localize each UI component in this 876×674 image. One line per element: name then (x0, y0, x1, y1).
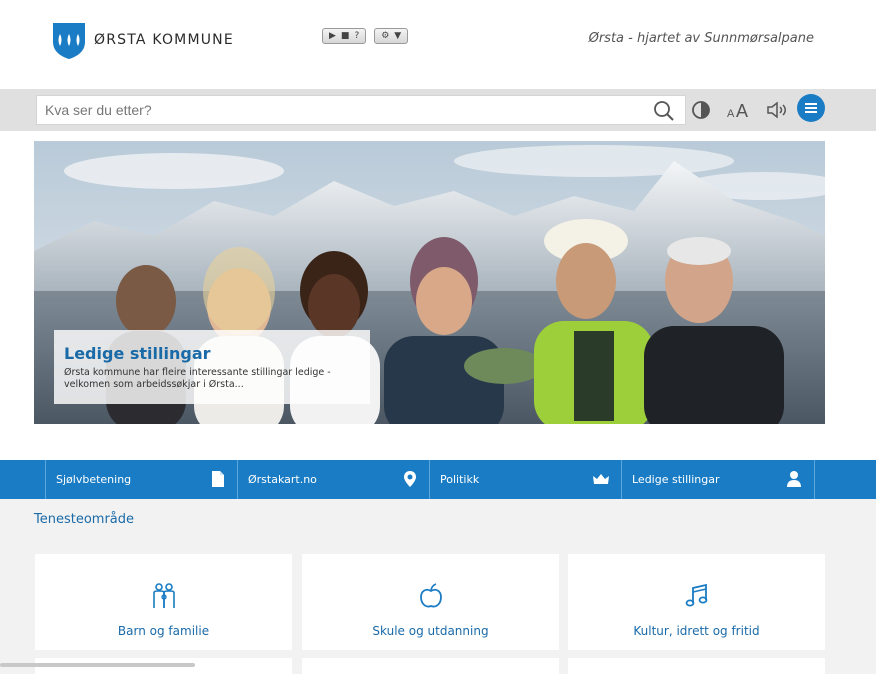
person-icon (787, 471, 801, 487)
quicklink-jobs[interactable]: Ledige stillingar (621, 460, 812, 499)
menu-button[interactable] (797, 94, 825, 122)
quicklink-label: Ledige stillingar (632, 473, 720, 486)
help-icon[interactable]: ? (354, 31, 359, 41)
service-card-culture[interactable]: Kultur, idrett og fritid (568, 554, 825, 650)
svg-text:A: A (736, 101, 748, 120)
service-areas: Tenesteområde Barn og familie Skule og u… (0, 499, 876, 674)
quicklinks-bar: Sjølvbetening Ørstakart.no Politikk Ledi… (0, 460, 876, 499)
quicklink-map[interactable]: Ørstakart.no (237, 460, 428, 499)
apple-icon (419, 583, 442, 608)
quicklink-self-service[interactable]: Sjølvbetening (45, 460, 236, 499)
search-toolbar: A A (0, 89, 876, 131)
hamburger-icon (805, 103, 817, 113)
hero-text: Ørsta kommune har fleire interessante st… (64, 367, 331, 390)
service-card-family[interactable]: Barn og familie (35, 554, 292, 650)
quicklinks-divider (814, 460, 815, 499)
section-title: Tenesteområde (34, 512, 135, 527)
chevron-down-icon: ▼ (394, 30, 402, 41)
player-settings[interactable]: ⚙ ▼ (374, 28, 409, 44)
tagline: Ørsta - hjartet av Sunnmørsalpane (588, 31, 814, 46)
quicklink-politics[interactable]: Politikk (429, 460, 620, 499)
service-card-next[interactable] (302, 658, 559, 674)
search-icon[interactable] (653, 100, 675, 122)
document-icon (212, 471, 224, 487)
page: ØRSTA KOMMUNE ▶ ■ ? ⚙ ▼ Ørsta - hjartet … (0, 0, 876, 674)
family-icon (152, 583, 175, 608)
listen-button[interactable] (766, 97, 790, 123)
stop-icon[interactable]: ■ (341, 31, 350, 41)
quicklink-label: Politikk (440, 473, 480, 486)
service-card-school[interactable]: Skule og utdanning (302, 554, 559, 650)
coat-of-arms-logo[interactable] (52, 22, 86, 60)
read-aloud-player: ▶ ■ ? ⚙ ▼ (322, 28, 409, 44)
site-name[interactable]: ØRSTA KOMMUNE (94, 32, 234, 48)
map-pin-icon (404, 471, 416, 487)
gear-icon: ⚙ (381, 30, 390, 41)
hero-caption[interactable]: Ledige stillingar Ørsta kommune har flei… (54, 330, 370, 404)
text-size-button[interactable]: A A (726, 97, 754, 123)
text-size-icon: A A (727, 101, 748, 120)
search-box (36, 95, 686, 125)
music-note-icon (685, 583, 707, 607)
horizontal-scrollbar[interactable] (0, 663, 195, 667)
quicklink-label: Sjølvbetening (56, 473, 132, 486)
player-controls: ▶ ■ ? (322, 28, 367, 44)
crown-icon (593, 474, 609, 484)
search-input[interactable] (37, 96, 637, 124)
quicklink-label: Ørstakart.no (248, 473, 317, 486)
hero-title[interactable]: Ledige stillingar (64, 344, 360, 363)
service-card-label: Barn og familie (117, 624, 210, 638)
play-icon[interactable]: ▶ (329, 31, 336, 41)
service-card-label: Skule og utdanning (372, 624, 489, 638)
speaker-icon (767, 101, 786, 119)
service-card-label: Kultur, idrett og fritid (633, 624, 760, 638)
contrast-button[interactable] (690, 97, 712, 123)
svg-text:A: A (727, 108, 735, 120)
contrast-icon (692, 101, 710, 119)
service-card-next[interactable] (568, 658, 825, 674)
site-header: ØRSTA KOMMUNE ▶ ■ ? ⚙ ▼ Ørsta - hjartet … (0, 0, 876, 89)
hero-banner[interactable]: Ledige stillingar Ørsta kommune har flei… (34, 141, 825, 424)
